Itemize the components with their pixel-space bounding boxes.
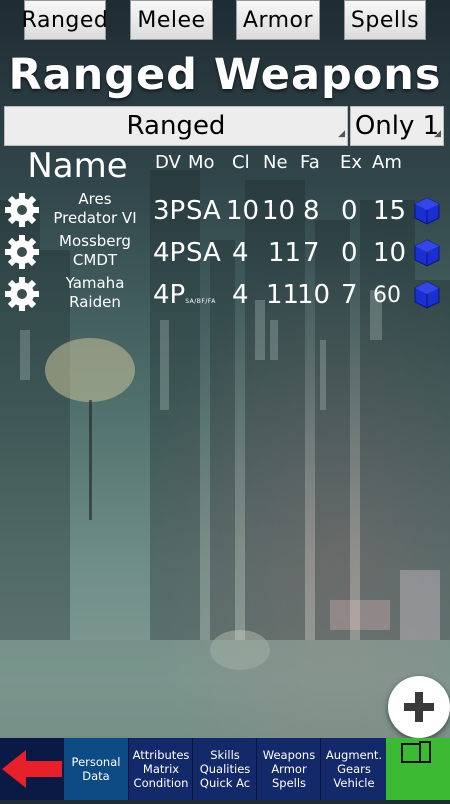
save-button[interactable]: [386, 738, 450, 800]
dropdown-arrow-icon: ◢: [434, 129, 441, 139]
weapon-name-line: CMDT: [72, 251, 118, 269]
weapon-fire-modes: SA/BF/FA: [185, 298, 216, 305]
weapon-ex: 7: [341, 280, 358, 310]
nav-skills-qualities-quickac[interactable]: Skills Qualities Quick Ac: [192, 738, 257, 800]
weapon-cl: 10: [226, 196, 260, 226]
table-row[interactable]: Yamaha Raiden 4PSA/BF/FA 4 11 10 7 60: [0, 272, 450, 314]
cube-icon[interactable]: [412, 196, 442, 226]
weapon-name-line: Raiden: [69, 293, 121, 311]
nav-augment-gears-vehicle[interactable]: Augment. Gears Vehicle: [320, 738, 387, 800]
nav-label: Qualities: [199, 762, 251, 776]
column-header-mode: Mo: [188, 152, 215, 173]
column-header-am: Am: [372, 152, 402, 173]
nav-label: Quick Ac: [199, 776, 251, 790]
weapon-ex: 0: [341, 196, 358, 226]
arrow-left-icon[interactable]: [0, 738, 64, 800]
column-header-name: Name: [27, 146, 128, 186]
scope-select[interactable]: Only 1 ◢: [350, 106, 444, 146]
weapon-dv-value: 4P: [153, 238, 186, 268]
column-header-cl: Cl: [232, 152, 250, 173]
weapon-dv: 3P: [153, 196, 185, 226]
weapon-dv-value: 4P: [153, 280, 186, 310]
weapon-ne: 11: [268, 238, 302, 268]
weapon-dv: 4P: [153, 238, 185, 268]
weapon-am: 60: [373, 283, 401, 308]
weapon-name: Ares Predator VI: [38, 190, 152, 228]
weapon-cl: 4: [232, 238, 249, 268]
nav-personal-data[interactable]: Personal Data: [64, 738, 128, 800]
page-title: Ranged Weapons: [8, 50, 442, 100]
nav-label: Skills: [210, 748, 240, 762]
weapon-dv: 4PSA/BF/FA: [153, 280, 216, 310]
category-select-value: Ranged: [126, 111, 226, 141]
weapon-am: 15: [373, 196, 407, 226]
nav-label: Augment.: [325, 748, 383, 762]
bottom-nav: Personal Data Attributes Matrix Conditio…: [0, 738, 450, 800]
nav-label: Data: [82, 769, 110, 783]
weapon-am: 10: [373, 238, 407, 268]
column-header-dv: DV: [155, 152, 181, 173]
weapon-ex: 0: [341, 238, 358, 268]
nav-attributes-matrix-condition[interactable]: Attributes Matrix Condition: [128, 738, 193, 800]
tab-ranged[interactable]: Ranged: [22, 0, 108, 40]
gear-icon[interactable]: [2, 274, 42, 314]
weapon-name-line: Ares: [78, 190, 112, 208]
weapon-name-line: Mossberg: [59, 232, 131, 250]
save-file-icon: [386, 738, 450, 800]
weapon-name: Yamaha Raiden: [38, 274, 152, 312]
nav-label: Vehicle: [333, 776, 375, 790]
weapon-name: Mossberg CMDT: [38, 232, 152, 270]
weapon-cl: 4: [232, 280, 249, 310]
nav-label: Spells: [271, 776, 307, 790]
weapon-mode: SA: [186, 238, 221, 268]
dropdown-arrow-icon: ◢: [338, 129, 345, 139]
nav-label: Gears: [337, 762, 371, 776]
column-header-ne: Ne: [263, 152, 288, 173]
weapon-fa: 8: [303, 196, 320, 226]
tab-spells[interactable]: Spells: [344, 0, 426, 40]
weapon-fa: 10: [297, 280, 331, 310]
tab-melee[interactable]: Melee: [130, 0, 213, 40]
gear-icon[interactable]: [2, 190, 42, 230]
cube-icon[interactable]: [412, 280, 442, 310]
category-select[interactable]: Ranged ◢: [4, 106, 348, 146]
nav-label: Attributes: [132, 748, 190, 762]
cube-icon[interactable]: [412, 238, 442, 268]
weapon-ne: 11: [266, 280, 300, 310]
weapon-dv-value: 3P: [153, 196, 186, 226]
weapon-name-line: Yamaha: [65, 274, 125, 292]
weapon-fa: 7: [303, 238, 320, 268]
table-row[interactable]: Ares Predator VI 3P SA 10 10 8 0 15: [0, 188, 450, 230]
gear-icon[interactable]: [2, 232, 42, 272]
scope-select-value: Only 1: [354, 111, 440, 141]
nav-label: Condition: [133, 776, 189, 790]
weapon-name-line: Predator VI: [53, 209, 137, 227]
weapon-mode: SA: [186, 196, 221, 226]
column-header-ex: Ex: [340, 152, 363, 173]
table-row[interactable]: Mossberg CMDT 4P SA 4 11 7 0 10: [0, 230, 450, 272]
plus-icon: [404, 692, 434, 722]
nav-label: Matrix: [142, 762, 180, 776]
weapon-ne: 10: [262, 196, 296, 226]
nav-weapons-armor-spells[interactable]: Weapons Armor Spells: [256, 738, 321, 800]
nav-label: Armor: [271, 762, 307, 776]
add-weapon-button[interactable]: [388, 676, 450, 738]
nav-label: Weapons: [262, 748, 316, 762]
column-header-fa: Fa: [300, 152, 320, 173]
tab-armor[interactable]: Armor: [236, 0, 320, 40]
nav-label: Personal: [71, 755, 121, 769]
